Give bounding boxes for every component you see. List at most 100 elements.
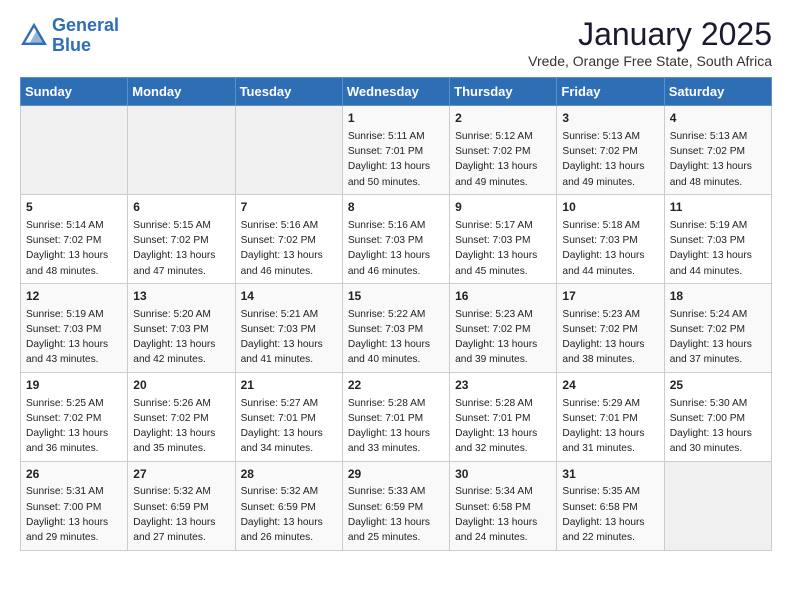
calendar-cell: 1 Sunrise: 5:11 AMSunset: 7:01 PMDaylight… — [342, 106, 449, 195]
col-tuesday: Tuesday — [235, 78, 342, 106]
month-title: January 2025 — [528, 16, 772, 53]
day-info: Sunrise: 5:19 AMSunset: 7:03 PMDaylight:… — [26, 309, 108, 366]
day-number: 15 — [348, 288, 444, 305]
calendar-cell: 10Sunrise: 5:18 AMSunset: 7:03 PMDayligh… — [557, 194, 664, 283]
day-info: Sunrise: 5:29 AMSunset: 7:01 PMDaylight:… — [562, 398, 644, 455]
day-number: 2 — [455, 110, 551, 127]
calendar-cell: 19 Sunrise: 5:25 AMSunset: 7:02 PMDayligh… — [21, 372, 128, 461]
day-info: Sunrise: 5:15 AMSunset: 7:02 PMDaylight:… — [133, 220, 215, 277]
day-info: Sunrise: 5:16 AMSunset: 7:03 PMDaylight:… — [348, 220, 430, 277]
header: General Blue January 2025 Vrede, Orange … — [20, 16, 772, 69]
day-number: 17 — [562, 288, 658, 305]
calendar-cell: 31 Sunrise: 5:35 AMSunset: 6:58 PMDayligh… — [557, 461, 664, 550]
day-number: 24 — [562, 377, 658, 394]
day-number: 8 — [348, 199, 444, 216]
day-info: Sunrise: 5:31 AMSunset: 7:00 PMDaylight:… — [26, 486, 108, 543]
calendar-cell: 8 Sunrise: 5:16 AMSunset: 7:03 PMDaylight… — [342, 194, 449, 283]
calendar-cell: 6 Sunrise: 5:15 AMSunset: 7:02 PMDaylight… — [128, 194, 235, 283]
day-info: Sunrise: 5:34 AMSunset: 6:58 PMDaylight:… — [455, 486, 537, 543]
calendar-cell — [664, 461, 771, 550]
day-info: Sunrise: 5:21 AMSunset: 7:03 PMDaylight:… — [241, 309, 323, 366]
day-info: Sunrise: 5:30 AMSunset: 7:00 PMDaylight:… — [670, 398, 752, 455]
calendar-cell: 22 Sunrise: 5:28 AMSunset: 7:01 PMDayligh… — [342, 372, 449, 461]
day-info: Sunrise: 5:32 AMSunset: 6:59 PMDaylight:… — [133, 486, 215, 543]
calendar-cell: 24 Sunrise: 5:29 AMSunset: 7:01 PMDayligh… — [557, 372, 664, 461]
header-row: Sunday Monday Tuesday Wednesday Thursday… — [21, 78, 772, 106]
day-info: Sunrise: 5:11 AMSunset: 7:01 PMDaylight:… — [348, 131, 430, 188]
calendar-cell: 2Sunrise: 5:12 AMSunset: 7:02 PMDaylight… — [450, 106, 557, 195]
day-number: 18 — [670, 288, 766, 305]
col-friday: Friday — [557, 78, 664, 106]
calendar-week-3: 12Sunrise: 5:19 AMSunset: 7:03 PMDayligh… — [21, 283, 772, 372]
day-info: Sunrise: 5:33 AMSunset: 6:59 PMDaylight:… — [348, 486, 430, 543]
day-number: 13 — [133, 288, 229, 305]
calendar-cell: 20Sunrise: 5:26 AMSunset: 7:02 PMDayligh… — [128, 372, 235, 461]
day-number: 3 — [562, 110, 658, 127]
col-monday: Monday — [128, 78, 235, 106]
calendar-cell: 5Sunrise: 5:14 AMSunset: 7:02 PMDaylight… — [21, 194, 128, 283]
calendar-cell: 16Sunrise: 5:23 AMSunset: 7:02 PMDayligh… — [450, 283, 557, 372]
day-info: Sunrise: 5:16 AMSunset: 7:02 PMDaylight:… — [241, 220, 323, 277]
calendar-cell: 29 Sunrise: 5:33 AMSunset: 6:59 PMDayligh… — [342, 461, 449, 550]
calendar-cell — [235, 106, 342, 195]
day-number: 28 — [241, 466, 337, 483]
calendar-week-1: 1 Sunrise: 5:11 AMSunset: 7:01 PMDaylight… — [21, 106, 772, 195]
col-saturday: Saturday — [664, 78, 771, 106]
day-number: 23 — [455, 377, 551, 394]
calendar-cell: 18 Sunrise: 5:24 AMSunset: 7:02 PMDayligh… — [664, 283, 771, 372]
day-number: 26 — [26, 466, 122, 483]
calendar-cell: 4Sunrise: 5:13 AMSunset: 7:02 PMDaylight… — [664, 106, 771, 195]
day-number: 19 — [26, 377, 122, 394]
day-info: Sunrise: 5:14 AMSunset: 7:02 PMDaylight:… — [26, 220, 108, 277]
calendar-cell: 12Sunrise: 5:19 AMSunset: 7:03 PMDayligh… — [21, 283, 128, 372]
calendar-cell: 11 Sunrise: 5:19 AMSunset: 7:03 PMDayligh… — [664, 194, 771, 283]
day-info: Sunrise: 5:23 AMSunset: 7:02 PMDaylight:… — [562, 309, 644, 366]
day-info: Sunrise: 5:35 AMSunset: 6:58 PMDaylight:… — [562, 486, 644, 543]
calendar-cell: 25 Sunrise: 5:30 AMSunset: 7:00 PMDayligh… — [664, 372, 771, 461]
location-subtitle: Vrede, Orange Free State, South Africa — [528, 53, 772, 69]
day-number: 9 — [455, 199, 551, 216]
calendar-cell: 9 Sunrise: 5:17 AMSunset: 7:03 PMDaylight… — [450, 194, 557, 283]
calendar-cell — [21, 106, 128, 195]
day-number: 31 — [562, 466, 658, 483]
calendar-cell: 14 Sunrise: 5:21 AMSunset: 7:03 PMDayligh… — [235, 283, 342, 372]
day-info: Sunrise: 5:28 AMSunset: 7:01 PMDaylight:… — [348, 398, 430, 455]
day-number: 27 — [133, 466, 229, 483]
day-number: 11 — [670, 199, 766, 216]
calendar-cell: 23Sunrise: 5:28 AMSunset: 7:01 PMDayligh… — [450, 372, 557, 461]
logo-line1: General — [52, 15, 119, 35]
day-info: Sunrise: 5:13 AMSunset: 7:02 PMDaylight:… — [562, 131, 644, 188]
calendar-header: Sunday Monday Tuesday Wednesday Thursday… — [21, 78, 772, 106]
day-info: Sunrise: 5:17 AMSunset: 7:03 PMDaylight:… — [455, 220, 537, 277]
day-info: Sunrise: 5:26 AMSunset: 7:02 PMDaylight:… — [133, 398, 215, 455]
day-number: 25 — [670, 377, 766, 394]
day-info: Sunrise: 5:19 AMSunset: 7:03 PMDaylight:… — [670, 220, 752, 277]
col-wednesday: Wednesday — [342, 78, 449, 106]
calendar-table: Sunday Monday Tuesday Wednesday Thursday… — [20, 77, 772, 551]
day-number: 6 — [133, 199, 229, 216]
day-info: Sunrise: 5:22 AMSunset: 7:03 PMDaylight:… — [348, 309, 430, 366]
title-block: January 2025 Vrede, Orange Free State, S… — [528, 16, 772, 69]
day-info: Sunrise: 5:24 AMSunset: 7:02 PMDaylight:… — [670, 309, 752, 366]
logo: General Blue — [20, 16, 119, 56]
calendar-cell: 17 Sunrise: 5:23 AMSunset: 7:02 PMDayligh… — [557, 283, 664, 372]
calendar-body: 1 Sunrise: 5:11 AMSunset: 7:01 PMDaylight… — [21, 106, 772, 551]
col-thursday: Thursday — [450, 78, 557, 106]
day-number: 22 — [348, 377, 444, 394]
col-sunday: Sunday — [21, 78, 128, 106]
day-number: 10 — [562, 199, 658, 216]
day-number: 29 — [348, 466, 444, 483]
day-info: Sunrise: 5:13 AMSunset: 7:02 PMDaylight:… — [670, 131, 752, 188]
day-number: 1 — [348, 110, 444, 127]
day-info: Sunrise: 5:32 AMSunset: 6:59 PMDaylight:… — [241, 486, 323, 543]
day-info: Sunrise: 5:27 AMSunset: 7:01 PMDaylight:… — [241, 398, 323, 455]
calendar-week-2: 5Sunrise: 5:14 AMSunset: 7:02 PMDaylight… — [21, 194, 772, 283]
logo-line2: Blue — [52, 35, 91, 55]
day-info: Sunrise: 5:25 AMSunset: 7:02 PMDaylight:… — [26, 398, 108, 455]
day-number: 30 — [455, 466, 551, 483]
calendar-week-5: 26 Sunrise: 5:31 AMSunset: 7:00 PMDayligh… — [21, 461, 772, 550]
day-info: Sunrise: 5:20 AMSunset: 7:03 PMDaylight:… — [133, 309, 215, 366]
calendar-week-4: 19 Sunrise: 5:25 AMSunset: 7:02 PMDayligh… — [21, 372, 772, 461]
day-number: 14 — [241, 288, 337, 305]
logo-icon — [20, 22, 48, 50]
